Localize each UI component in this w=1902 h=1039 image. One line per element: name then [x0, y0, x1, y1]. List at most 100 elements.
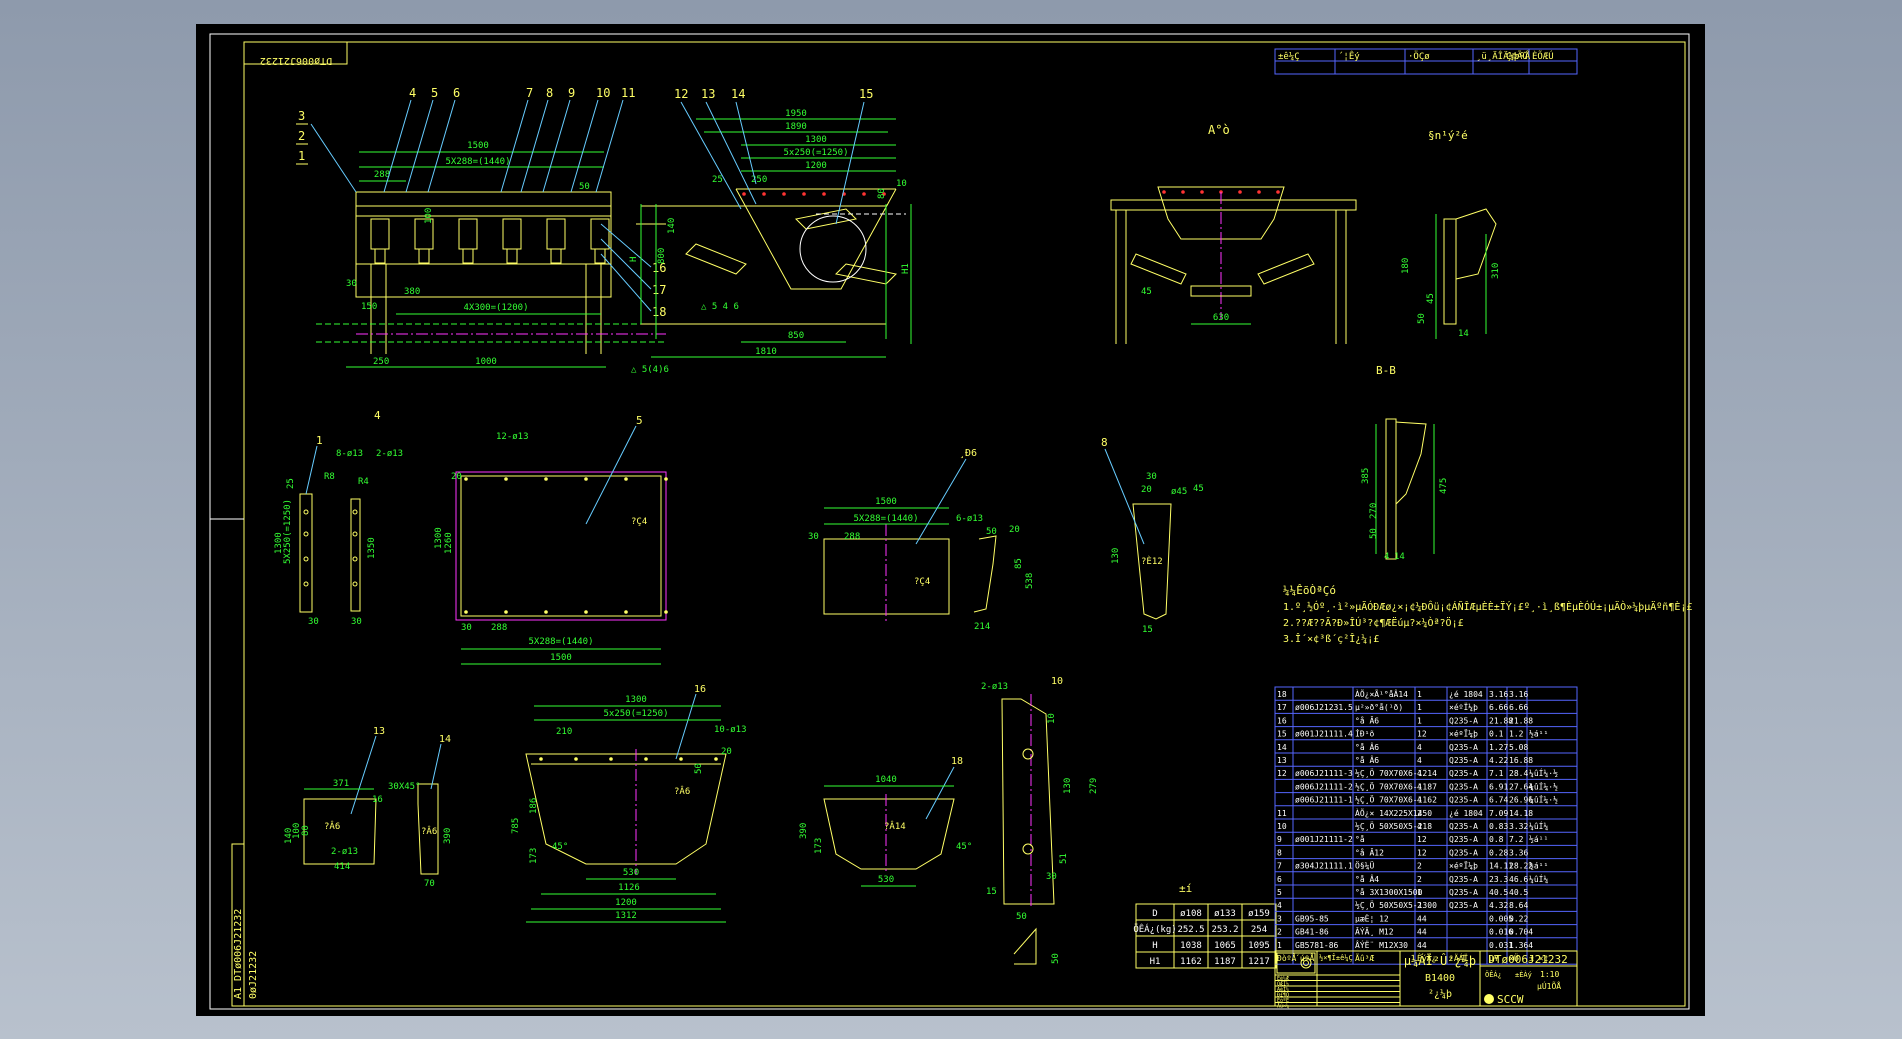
- bom-cell: Q235-A: [1449, 769, 1478, 778]
- dimension-text: 140: [667, 218, 677, 234]
- view-a-idler: [1257, 253, 1315, 285]
- dimension-text: 30: [346, 279, 357, 289]
- bolt-hole-mark: [1257, 190, 1261, 194]
- idler-bracket: [502, 218, 522, 250]
- mirrored-drawing-number: DTø006J21232: [260, 55, 332, 66]
- dimension-text: 390: [443, 828, 453, 844]
- notes-title: ¼¼ÊõÒªÇó: [1283, 584, 1336, 597]
- bom-cell: 4: [1417, 743, 1422, 752]
- dimension-text: H1: [901, 263, 911, 274]
- view-label: A°ò: [1208, 123, 1230, 137]
- dimension-text: 50: [1417, 313, 1427, 324]
- dimension-text: 630: [1213, 313, 1229, 323]
- bom-cell: 2: [1277, 928, 1282, 937]
- bom-cell: ÂÝË¨ M12X30: [1355, 939, 1408, 950]
- bom-cell: Q235-A: [1449, 822, 1478, 831]
- dim-table-cell: 254: [1251, 925, 1267, 935]
- drawing-sheet[interactable]: DTø006J21232 A1 DTø006J21232 0øJ21232 ±ê¼Ç ´…: [196, 24, 1705, 1016]
- dimension-text: 538: [1025, 573, 1035, 589]
- bom-cell: 12: [1277, 769, 1287, 778]
- product-spec: B1400: [1425, 973, 1455, 984]
- pulley-circle: [799, 215, 867, 283]
- leader-line: [600, 253, 652, 312]
- leader-line: [500, 99, 529, 193]
- product-name: µ¼ÁÏ²Û²¿¼þ: [1404, 953, 1476, 968]
- dimension-text: 16: [372, 795, 383, 805]
- cad-viewer-backdrop: DTø006J21232 A1 DTø006J21232 0øJ21232 ±ê¼Ç ´…: [0, 0, 1902, 1039]
- dimension-text: 6-ø13: [956, 514, 983, 524]
- idler-bracket: [370, 218, 390, 250]
- bolt-hole-mark: [574, 757, 578, 761]
- cad-drawing[interactable]: DTø006J21232 A1 DTø006J21232 0øJ21232 ±ê¼Ç ´…: [196, 24, 1705, 1016]
- bom-cell: Q235-A: [1449, 875, 1478, 884]
- bom-cell: 21.88: [1509, 716, 1533, 725]
- dimension-text: 380: [404, 287, 420, 297]
- dimension-text: 1500: [875, 497, 897, 507]
- idler-bracket: [458, 218, 478, 250]
- leader-line: [585, 425, 637, 525]
- part-balloon: 8: [546, 86, 553, 100]
- dim-table-header: D: [1152, 909, 1157, 919]
- bom-cell: Q235-A: [1449, 835, 1478, 844]
- bom-cell: 1: [1277, 941, 1282, 950]
- bom-cell: Q235-A: [1449, 796, 1478, 805]
- view-a-beam: [1110, 199, 1357, 211]
- dimension-text: 180: [1401, 258, 1411, 274]
- title-cell: ÖÊÁ¿: [1485, 970, 1502, 979]
- part-balloon: 1: [316, 434, 323, 447]
- bom-cell: 17: [1277, 703, 1287, 712]
- dim-table-cell: 1095: [1248, 941, 1270, 951]
- dimension-text: 45°: [552, 842, 568, 852]
- dimension-text: 1126: [618, 883, 640, 893]
- bom-cell: Q235-A: [1449, 743, 1478, 752]
- bom-cell: 9: [1277, 835, 1282, 844]
- bolt-hole-mark: [544, 477, 548, 481]
- bom-cell: Q235-A: [1449, 848, 1478, 857]
- bom-cell: ½Ç¸Ö 70X70X6-1214: [1355, 768, 1437, 778]
- dimension-text: 1950: [785, 109, 807, 119]
- dimension-text: 210: [556, 727, 572, 737]
- dimension-text: 80: [301, 825, 311, 836]
- title-cell: ±ÈÀý: [1515, 970, 1532, 979]
- dimension-text: 530: [878, 875, 894, 885]
- bom-cell: 7.09: [1489, 809, 1508, 818]
- dimension-text: 50: [1051, 953, 1061, 964]
- bom-cell: 16: [1277, 716, 1287, 725]
- leader-line: [675, 693, 697, 760]
- dimension-text: 385: [1361, 468, 1371, 484]
- bom-cell: 0.8: [1489, 835, 1504, 844]
- bolt-hole-mark: [504, 477, 508, 481]
- bom-cell: ø006J21111-2: [1295, 782, 1353, 791]
- dimension-text: 5x250(=1250): [603, 709, 668, 719]
- dim-table-cell: 1217: [1248, 957, 1270, 967]
- bom-cell: 14: [1277, 743, 1287, 752]
- revision-header-cell: ·ÖÇø: [1408, 51, 1430, 62]
- bom-cell: Q235-A: [1449, 756, 1478, 765]
- bolt-hole-mark: [1162, 190, 1166, 194]
- bom-cell: 44: [1417, 941, 1427, 950]
- part-balloon: 1: [298, 149, 305, 163]
- dimension-text: 45: [1141, 287, 1152, 297]
- table-title: ±í: [1179, 882, 1192, 895]
- bom-cell: 4: [1417, 796, 1422, 805]
- dimension-text: 5X288=(1440): [528, 637, 593, 647]
- revision-header-cell: ÈÕÆÚ: [1532, 50, 1554, 62]
- dimension-text: 371: [333, 779, 349, 789]
- dim-table-cell: ÖÊÁ¿(kg): [1133, 923, 1176, 935]
- baffle-side-profile: [973, 535, 997, 613]
- bolt-hole-mark: [584, 610, 588, 614]
- bolt-hole-mark: [742, 192, 746, 196]
- dimension-text: 1040: [875, 775, 897, 785]
- material-mark: ?Â6: [674, 785, 690, 797]
- dimension-text: 5X288=(1440): [445, 157, 510, 167]
- dimension-text: 5x250(=1250): [783, 148, 848, 158]
- bom-cell: Q235-A: [1449, 901, 1478, 910]
- dimension-text: 186: [529, 798, 539, 814]
- trough-outline: [735, 188, 897, 290]
- bom-cell: 10: [1277, 822, 1287, 831]
- bolt-hole-mark: [504, 610, 508, 614]
- bolt-hole-mark: [822, 192, 826, 196]
- dimension-text: 800: [657, 248, 667, 264]
- dimension-text: 25: [286, 478, 296, 489]
- bolt-hole-mark: [664, 477, 668, 481]
